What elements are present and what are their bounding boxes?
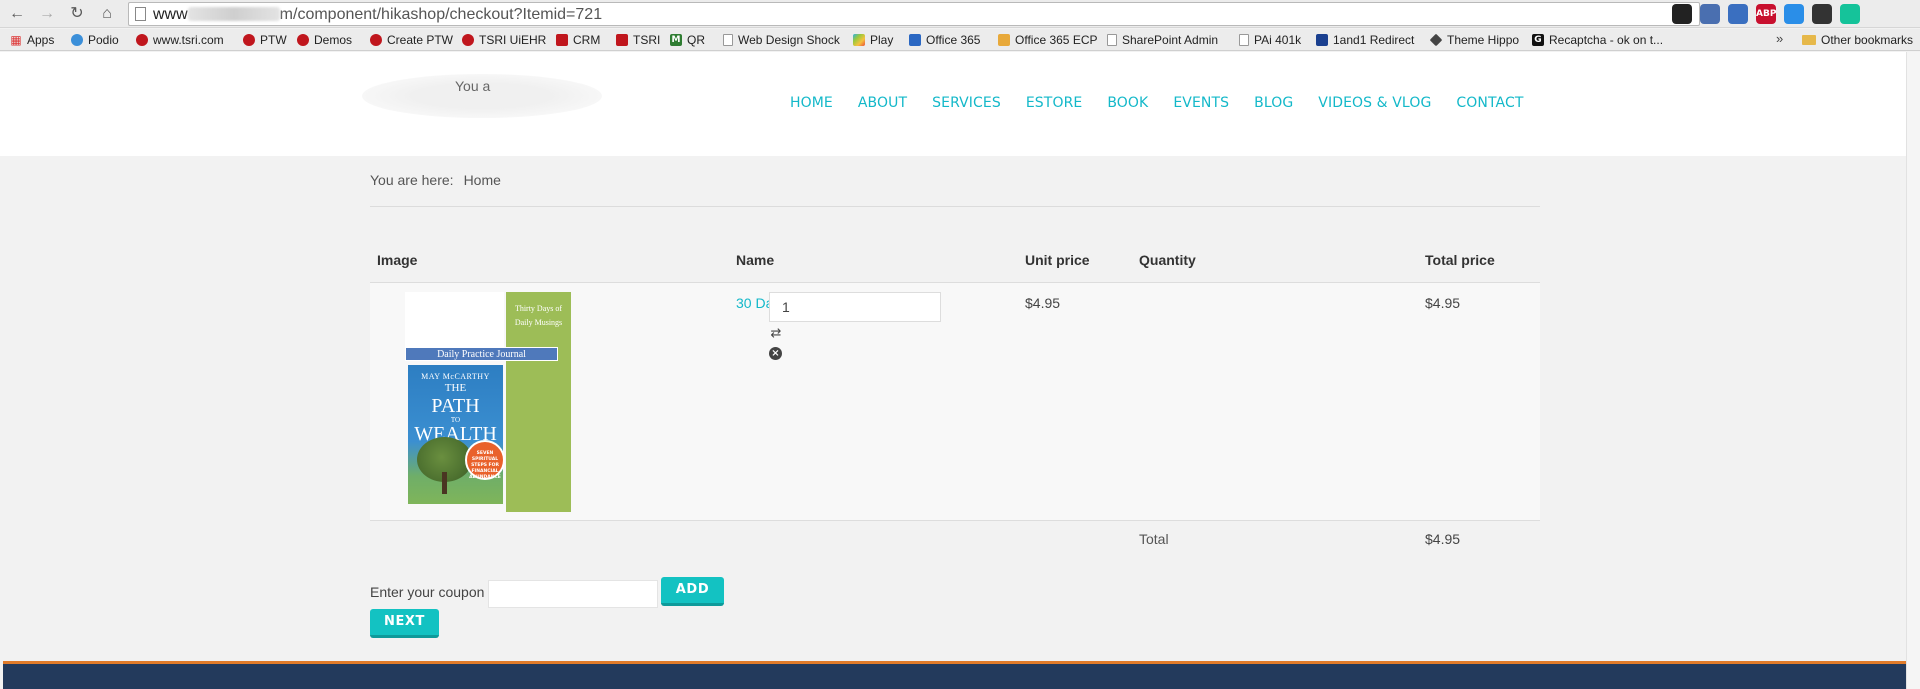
bookmark-podio[interactable]: Podio [71,31,119,49]
nav-videos-vlog[interactable]: VIDEOS & VLOG [1318,95,1431,111]
add-coupon-button[interactable]: ADD [661,577,724,606]
tag-icon [1429,33,1443,47]
bookmark-theme-hippo[interactable]: Theme Hippo [1429,31,1519,49]
column-header-image: Image [377,252,418,268]
qr-m-icon: M [670,34,682,46]
bookmark-www-tsri-com[interactable]: www.tsri.com [136,31,224,49]
product-total-price: $4.95 [1425,295,1461,311]
nav-estore[interactable]: ESTORE [1026,95,1082,111]
office365-icon [909,34,921,46]
redacted-domain [187,7,280,21]
cover-side-text: Thirty Days of Daily Musings [514,304,563,327]
url-text: www m/component/hikashop/checkout?Itemid=… [153,6,603,23]
column-header-quantity: Quantity [1139,252,1196,268]
site-footer [3,664,1906,689]
reload-icon[interactable]: ↻ [66,3,88,25]
bookmark-pai-401k[interactable]: PAi 401k [1239,31,1301,49]
breadcrumb-label: You are here: [370,172,454,188]
forward-arrow-icon[interactable]: → [36,3,58,25]
site-header: You a HOME ABOUT SERVICES ESTORE BOOK EVENTS B… [0,52,1906,156]
page-scrollbar[interactable] [1906,52,1920,689]
folder-icon [1802,35,1816,45]
column-header-total-price: Total price [1425,252,1495,268]
nav-events[interactable]: EVENTS [1173,95,1229,111]
nav-home[interactable]: HOME [790,95,833,111]
cover-band-text: Daily Practice Journal [437,349,526,360]
bookmark-office-365-ecp[interactable]: Office 365 ECP [998,31,1098,49]
other-bookmarks[interactable]: Other bookmarks [1802,31,1913,49]
bookmark-demos[interactable]: Demos [297,31,352,49]
cover-title: THE PATH TO WEALTH [414,382,497,445]
bookmark-ptw[interactable]: PTW [243,31,287,49]
mask-extension-icon[interactable] [1812,4,1832,24]
remove-item-icon[interactable]: × [769,347,782,360]
translate-extension-icon[interactable] [1700,4,1720,24]
tsri-dot-icon [297,34,309,46]
page-icon [1107,34,1117,46]
1and1-icon [1316,34,1328,46]
nav-about[interactable]: ABOUT [858,95,907,111]
podio-icon [71,34,83,46]
page-icon [135,7,146,21]
product-unit-price: $4.95 [1025,295,1061,311]
bookmark-crm[interactable]: CRM [556,31,600,49]
tsri-dot-icon [462,34,474,46]
crm-icon [616,34,628,46]
divider [370,206,1540,207]
address-bar[interactable]: www m/component/hikashop/checkout?Itemid=… [128,2,1700,26]
home-icon[interactable]: ⌂ [96,3,118,25]
download-extension-icon[interactable] [1784,4,1804,24]
bookmark-web-design-shock[interactable]: Web Design Shock [723,31,840,49]
browser-toolbar: ← → ↻ ⌂ www m/component/hikashop/checkout… [0,0,1920,28]
quantity-input[interactable] [769,292,941,322]
cart-total-value: $4.95 [1425,531,1461,547]
bookmark-create-ptw[interactable]: Create PTW [370,31,453,49]
bookmark-play[interactable]: Play [853,31,893,49]
nav-services[interactable]: SERVICES [932,95,1001,111]
cart-total-label: Total [1139,531,1169,547]
tsri-dot-icon [136,34,148,46]
bookmarks-overflow-icon[interactable]: » [1776,31,1783,46]
product-image: Thirty Days of Daily Musings Daily Pract… [405,292,571,512]
nav-book[interactable]: BOOK [1107,95,1148,111]
breadcrumb: You are here: Home [370,172,501,188]
column-header-name: Name [736,252,775,268]
page-icon [1239,34,1249,46]
main-nav: HOME ABOUT SERVICES ESTORE BOOK EVENTS BLOG VID… [790,95,1549,111]
ecp-icon [998,34,1010,46]
play-store-icon [853,34,865,46]
breadcrumb-home[interactable]: Home [464,172,501,188]
next-button[interactable]: NEXT [370,609,439,638]
bookmark-office-365[interactable]: Office 365 [909,31,980,49]
nav-blog[interactable]: BLOG [1254,95,1293,111]
bookmarks-bar: ▦ Apps Podio www.tsri.com PTW Demos Create PTW… [0,29,1920,51]
apps-grid-icon: ▦ [10,33,22,47]
recaptcha-icon: G [1532,34,1544,46]
bookmark-tsri-uiehr[interactable]: TSRI UiEHR [462,31,546,49]
coupon-input[interactable] [488,580,658,608]
owl-extension-icon[interactable] [1672,4,1692,24]
cover-badge: SEVEN SPIRITUAL STEPS FOR FINANCIAL ABUNDANC… [465,440,505,480]
page-icon [723,34,733,46]
logo-text: You a [455,78,491,94]
bookmark-1and1-redirect[interactable]: 1and1 Redirect [1316,31,1414,49]
crm-icon [556,34,568,46]
refresh-quantity-icon[interactable]: ⇄ [769,326,783,340]
adblock-plus-icon[interactable]: ABP [1756,4,1776,24]
bookmark-tsri[interactable]: TSRI [616,31,660,49]
bookmark-recaptcha-ok-on-t[interactable]: G Recaptcha - ok on t... [1532,31,1663,49]
column-header-unit-price: Unit price [1025,252,1090,268]
camera-extension-icon[interactable] [1728,4,1748,24]
nav-contact[interactable]: CONTACT [1456,95,1523,111]
bookmark-apps[interactable]: ▦ Apps [10,31,54,49]
coupon-label: Enter your coupon [370,584,485,600]
tsri-dot-icon [370,34,382,46]
tsri-dot-icon [243,34,255,46]
grammarly-icon[interactable] [1840,4,1860,24]
back-arrow-icon[interactable]: ← [6,3,28,25]
bookmark-qr[interactable]: M QR [670,31,705,49]
bookmark-sharepoint-admin[interactable]: SharePoint Admin [1107,31,1218,49]
